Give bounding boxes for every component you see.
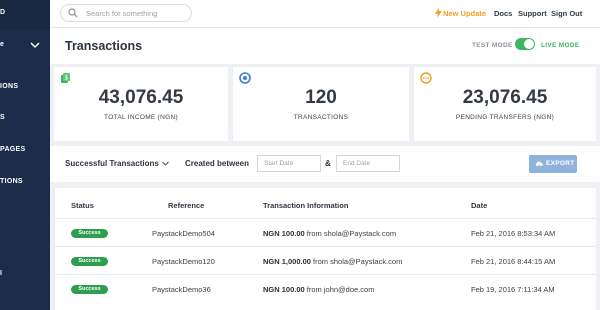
end-date-input[interactable]: End Date [336,155,400,172]
created-between-label: Created between [185,159,250,168]
payer: from shola@Paystack.com [313,257,403,266]
date-separator: & [325,159,331,168]
chevron-down-icon[interactable] [162,160,169,167]
new-update-link[interactable]: New Update [443,9,486,18]
stat-value: 120 [305,87,337,108]
page-header: Transactions TEST MODE LIVE MODE [50,28,600,64]
sidebar-item-top[interactable]: D [0,9,5,16]
table-row[interactable]: Success PaystackDemo120 NGN 1,000.00 fro… [55,246,597,276]
chevron-down-icon[interactable] [30,40,40,50]
status-badge: Success [71,229,108,238]
transactions-icon [239,72,251,84]
payer: from john@doe.com [306,285,375,294]
filter-bar: Successful Transactions Created between … [50,146,600,182]
reference-cell: PaystackDemo120 [152,257,215,266]
column-header-date[interactable]: Date [471,201,487,210]
start-date-input[interactable]: Start Date [257,155,321,172]
start-date-placeholder: Start Date [264,160,294,167]
column-header-status[interactable]: Status [71,201,94,210]
reference-cell: PaystackDemo36 [152,285,211,294]
stat-card-transactions: 120 TRANSACTIONS [233,67,409,141]
sidebar-header [0,0,50,30]
sidebar-item-customers[interactable]: S [0,114,5,121]
sidebar-item-bottom[interactable]: I [0,270,2,277]
toggle-knob [524,39,534,49]
end-date-placeholder: End Date [343,160,371,167]
sidebar: D e IONS S PAGES TIONS I [0,0,50,310]
test-mode-label: TEST MODE [472,42,513,49]
table-row[interactable]: Success PaystackDemo504 NGN 100.00 from … [55,218,597,248]
status-badge-label: Success [78,230,101,236]
column-header-transaction-info[interactable]: Transaction Information [263,201,348,210]
docs-link[interactable]: Docs [494,9,512,18]
sidebar-item-pages[interactable]: PAGES [0,146,26,153]
date-cell: Feb 19, 2016 7:11:34 AM [471,285,555,294]
table-row[interactable]: Success PaystackDemo36 NGN 100.00 from j… [55,274,597,304]
pending-icon [420,72,432,84]
mode-toggle[interactable] [515,38,535,50]
sidebar-item-subscriptions[interactable]: TIONS [0,178,23,185]
search-icon [68,8,78,18]
stat-value: 23,076.45 [462,87,548,108]
search-placeholder: Search for something [86,9,158,18]
sidebar-item-business[interactable]: e [0,41,4,48]
sidebar-item-transactions[interactable]: IONS [0,83,18,90]
transactions-table: Status Reference Transaction Information… [54,188,597,310]
stat-label: PENDING TRANSFERS (NGN) [455,114,555,121]
status-filter-dropdown[interactable]: Successful Transactions [65,159,159,168]
transaction-info-cell: NGN 100.00 from shola@Paystack.com [263,229,396,238]
money-icon: $ [61,73,70,83]
status-badge: Success [71,257,108,266]
status-badge-label: Success [78,258,101,264]
top-bar: Search for something New Update Docs Sup… [50,0,600,28]
amount: NGN 100.00 [263,285,305,294]
stat-card-total-income: $ 43,076.45 TOTAL INCOME (NGN) [54,67,228,141]
stat-card-pending-transfers: 23,076.45 PENDING TRANSFERS (NGN) [414,67,596,141]
column-header-reference[interactable]: Reference [168,201,204,210]
amount: NGN 1,000.00 [263,257,311,266]
transaction-info-cell: NGN 100.00 from john@doe.com [263,285,374,294]
stat-value: 43,076.45 [98,87,184,108]
stat-label: TOTAL INCOME (NGN) [104,114,178,121]
date-cell: Feb 21, 2016 8:44:15 AM [471,257,556,266]
svg-text:$: $ [65,75,69,82]
transaction-info-cell: NGN 1,000.00 from shola@Paystack.com [263,257,402,266]
page-title: Transactions [65,39,143,53]
export-label: EXPORT [546,160,575,167]
sign-out-link[interactable]: Sign Out [551,9,582,18]
stat-label: TRANSACTIONS [293,114,349,121]
status-badge: Success [71,285,108,294]
search-input[interactable]: Search for something [60,4,192,22]
lightning-icon [435,8,442,18]
date-cell: Feb 21, 2016 8:53:34 AM [471,229,556,238]
payer: from shola@Paystack.com [306,229,397,238]
amount: NGN 100.00 [263,229,305,238]
cloud-download-icon [535,161,543,167]
support-link[interactable]: Support [518,9,547,18]
export-button[interactable]: EXPORT [529,155,577,173]
live-mode-label: LIVE MODE [541,42,580,49]
reference-cell: PaystackDemo504 [152,229,215,238]
status-badge-label: Success [78,286,101,292]
